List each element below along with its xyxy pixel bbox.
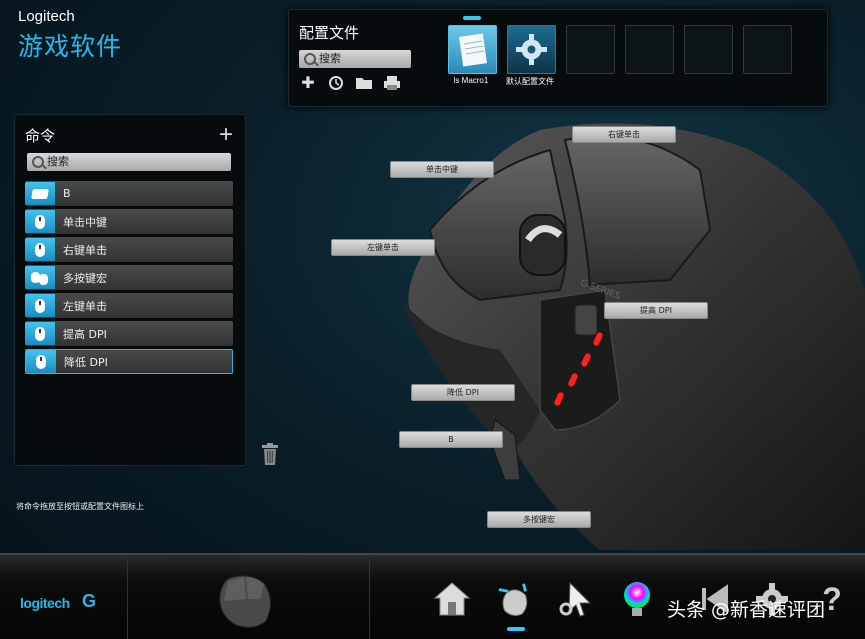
home-icon[interactable] [432, 579, 472, 619]
lighting-icon[interactable] [617, 579, 657, 619]
command-item-dpi-up[interactable]: 提高 DPI [25, 321, 233, 346]
command-item-b[interactable]: B [25, 181, 233, 206]
history-icon[interactable] [327, 74, 345, 92]
mouse-icon [25, 322, 55, 345]
customize-buttons-icon[interactable] [495, 579, 535, 619]
mouse-icon [25, 238, 55, 261]
commands-panel: 命令 + 搜索 B 单击中键 右键单击 多按键宏 左键单击 提高 DPI 降低 … [14, 114, 246, 466]
callout-left-click[interactable]: 左键单击 [331, 239, 435, 256]
profile-slot-empty-2[interactable] [625, 25, 674, 74]
mouse-icon [25, 210, 55, 233]
app-title: 游戏软件 [18, 27, 122, 63]
trash-icon[interactable] [261, 443, 279, 465]
command-label: B [55, 187, 71, 200]
callout-b[interactable]: B [399, 431, 503, 448]
command-search-input[interactable]: 搜索 [27, 153, 231, 171]
bottom-bar: logitech G ? 头条 @新香速评团 [0, 553, 865, 639]
profile-slot-label-default: 默认配置文件 [495, 76, 565, 87]
callout-dpi-up[interactable]: 提高 DPI [604, 302, 708, 319]
watermark-text: 头条 @新香速评团 [667, 595, 825, 622]
command-label: 左键单击 [55, 298, 107, 314]
profiles-title: 配置文件 [299, 22, 359, 43]
profiles-panel: 配置文件 搜索 ✚ ls Macro1 默认配置文件 [288, 9, 828, 107]
profile-search-placeholder: 搜索 [319, 52, 341, 65]
add-profile-icon[interactable]: ✚ [299, 74, 317, 92]
profile-toolbar: ✚ [299, 74, 401, 92]
callout-dpi-down[interactable]: 降低 DPI [411, 384, 515, 401]
notepad-icon [449, 26, 496, 73]
callout-right-click[interactable]: 右键单击 [572, 126, 676, 143]
command-item-dpi-down[interactable]: 降低 DPI [25, 349, 233, 374]
command-item-left-click[interactable]: 左键单击 [25, 293, 233, 318]
active-profile-indicator [463, 16, 481, 20]
divider [127, 559, 128, 639]
callout-middle-click[interactable]: 单击中键 [390, 161, 494, 178]
command-label: 单击中键 [55, 214, 107, 230]
command-item-middle-click[interactable]: 单击中键 [25, 209, 233, 234]
active-nav-indicator [507, 627, 525, 631]
command-label: 多按键宏 [55, 270, 107, 286]
command-label: 降低 DPI [56, 354, 108, 370]
command-search-placeholder: 搜索 [47, 155, 69, 168]
command-item-right-click[interactable]: 右键单击 [25, 237, 233, 262]
search-icon [32, 156, 44, 168]
brand-name: Logitech [18, 8, 122, 25]
profile-slot-empty-3[interactable] [684, 25, 733, 74]
device-mouse-icon[interactable] [214, 571, 278, 636]
add-command-icon[interactable]: + [219, 121, 233, 149]
command-item-multi-key-macro[interactable]: 多按键宏 [25, 265, 233, 290]
mouse-icon [26, 350, 56, 373]
folder-icon[interactable] [355, 74, 373, 92]
multi-key-icon [25, 266, 55, 289]
search-icon [304, 53, 316, 65]
command-label: 提高 DPI [55, 326, 107, 342]
printer-icon[interactable] [383, 74, 401, 92]
drag-hint: 将命令拖放至按钮或配置文件图标上 [16, 501, 144, 512]
footer-logo: logitech [20, 595, 70, 611]
profile-slot-empty-4[interactable] [743, 25, 792, 74]
profile-slot-macro1[interactable] [448, 25, 497, 74]
profile-search-input[interactable]: 搜索 [299, 50, 411, 68]
mouse-icon [25, 294, 55, 317]
app-brand: Logitech 游戏软件 [18, 8, 122, 63]
profile-slot-empty-1[interactable] [566, 25, 615, 74]
pointer-settings-icon[interactable] [556, 579, 596, 619]
commands-title: 命令 [25, 125, 55, 146]
logitech-g-icon: G [82, 591, 96, 612]
key-icon [25, 182, 55, 205]
gear-icon [508, 26, 555, 73]
callout-macro[interactable]: 多按键宏 [487, 511, 591, 528]
divider [369, 559, 370, 639]
command-label: 右键单击 [55, 242, 107, 258]
profile-slot-default[interactable] [507, 25, 556, 74]
